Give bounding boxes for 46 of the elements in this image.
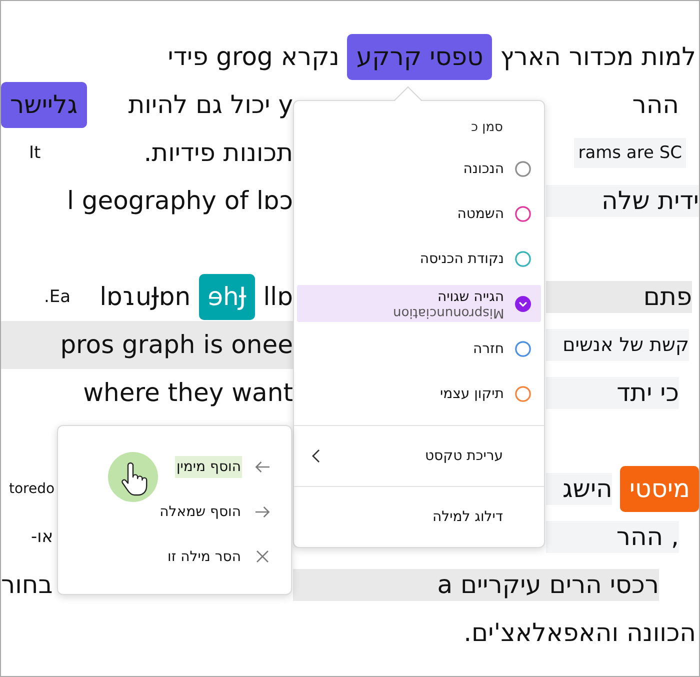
hand-cursor-icon: [108, 452, 158, 502]
document-text: Ea.: [44, 286, 71, 309]
document-text: lɒɿuɈɒn: [100, 282, 191, 312]
shaded-text: rams are SC: [574, 138, 686, 168]
arrow-left-icon: [255, 460, 270, 472]
document-text: תכונות פידיות.: [144, 138, 293, 168]
menu-heading: סמן כ: [470, 119, 504, 137]
document-text: נקרא grog פידי: [168, 42, 340, 72]
category-option[interactable]: נקודת הכניסה: [297, 240, 541, 277]
close-icon: [256, 550, 269, 563]
document-text: l geography of: [66, 186, 248, 216]
shaded-text: קשת של אנשים: [546, 329, 689, 361]
document-text: llɒ: [263, 282, 293, 312]
menu-item[interactable]: דילוג למילה: [294, 486, 544, 547]
arrow-right-icon: [255, 506, 270, 518]
document-text: למות מכדור הארץ: [500, 42, 696, 72]
highlighted-word: מיסטי: [620, 466, 699, 512]
document-text: ההר: [632, 90, 679, 120]
highlighted-word: ɘhɈ: [198, 274, 256, 320]
document-text: It: [29, 142, 41, 165]
category-option[interactable]: השמטה: [297, 195, 541, 232]
shaded-text: pros graph is onee: [1, 321, 293, 369]
document-text: הכוונה והאפאלאצ'ים.: [464, 618, 696, 648]
category-option[interactable]: חזרה: [297, 330, 541, 367]
document-text: where they want: [83, 378, 293, 408]
menu-item[interactable]: הסר מילה זו: [166, 546, 242, 568]
shaded-text: פתם: [546, 281, 692, 313]
menu-item[interactable]: הוסף שמאלה: [158, 500, 242, 522]
highlighted-word: גליישר: [1, 82, 87, 128]
highlighted-word: טפסי קרקע: [347, 34, 492, 80]
menu-item[interactable]: עריכת טקסט: [294, 425, 544, 486]
shaded-text: כי יתד: [546, 377, 679, 409]
shaded-text: הישג: [546, 473, 612, 505]
shaded-text: , ההר: [546, 521, 679, 553]
category-option[interactable]: תיקון עצמי: [297, 375, 541, 412]
upside-down-text: Mispronunciation: [392, 304, 504, 318]
category-option[interactable]: הנכונה: [297, 150, 541, 187]
menu-item[interactable]: הוסף מימין: [175, 456, 242, 478]
document-text: lɒɔ: [256, 186, 293, 216]
document-text: בחור: [1, 570, 53, 600]
document-text: y יכול גם להיות: [128, 90, 293, 120]
shaded-text: רכסי הרים עיקריים a: [293, 569, 659, 601]
document-text: toredo: [9, 480, 55, 499]
shaded-text: ידית שלה: [546, 185, 699, 217]
chevron-left-icon: [312, 449, 320, 463]
document-text: או-: [31, 526, 54, 549]
